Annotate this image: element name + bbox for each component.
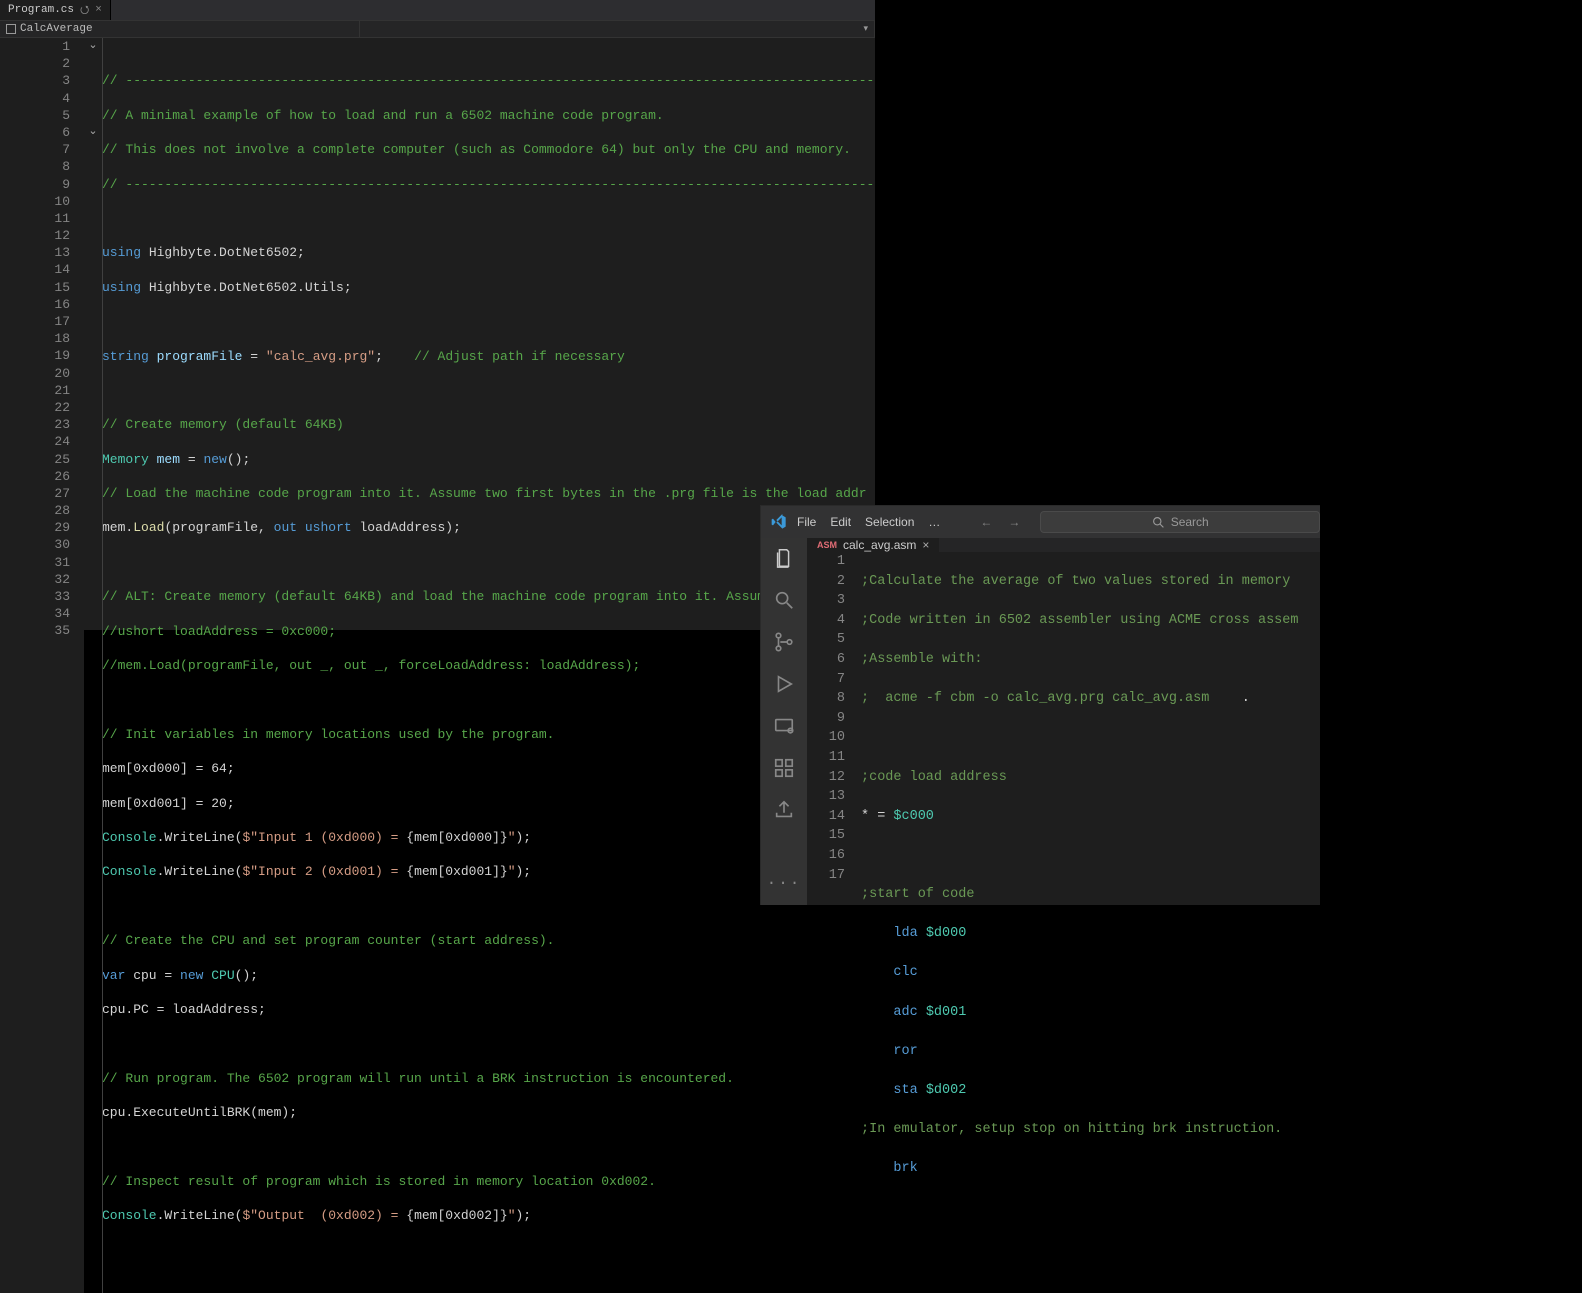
asm-badge-icon: ASM — [817, 540, 837, 550]
menu-more[interactable]: … — [928, 515, 940, 529]
chevron-down-icon: ▾ — [863, 24, 868, 34]
member-dropdown[interactable]: ▾ — [360, 21, 875, 37]
extensions-icon[interactable] — [772, 756, 796, 780]
vscode-menu-bar: File Edit Selection … — [797, 515, 940, 529]
vscode-logo-icon — [771, 514, 787, 530]
pin-icon[interactable]: ⭯ — [80, 1, 89, 20]
tab-title: Program.cs — [8, 4, 74, 16]
run-debug-icon[interactable] — [772, 672, 796, 696]
fold-column: ⌄⌄ — [84, 38, 102, 1293]
activity-bar: ··· — [761, 538, 807, 905]
vscode-tab-bar: ASM calc_avg.asm × — [807, 538, 1320, 552]
source-control-icon[interactable] — [772, 630, 796, 654]
namespace-label: CalcAverage — [20, 23, 93, 35]
nav-back-icon[interactable]: ← — [980, 515, 992, 529]
vs-tab-bar: Program.cs ⭯ × — [0, 0, 875, 20]
close-icon[interactable]: × — [922, 538, 929, 552]
share-icon[interactable] — [772, 798, 796, 822]
tab-title: calc_avg.asm — [843, 538, 916, 552]
nav-forward-icon[interactable]: → — [1008, 515, 1020, 529]
visual-studio-window: Program.cs ⭯ × CalcAverage ▾ 12345678910… — [0, 0, 875, 630]
close-icon[interactable]: × — [95, 4, 102, 16]
vs-code-editor[interactable]: 1234567891011121314151617181920212223242… — [0, 38, 875, 1293]
command-center-search[interactable]: Search — [1040, 511, 1320, 533]
tab-calc-avg-asm[interactable]: ASM calc_avg.asm × — [807, 538, 940, 552]
more-icon[interactable]: ··· — [772, 871, 796, 895]
menu-selection[interactable]: Selection — [865, 515, 914, 529]
vscode-window: File Edit Selection … ← → Search ··· — [760, 505, 1320, 905]
line-number-gutter: 1234567891011121314151617 — [807, 552, 861, 1257]
remote-icon[interactable] — [772, 714, 796, 738]
menu-edit[interactable]: Edit — [830, 515, 851, 529]
explorer-icon[interactable] — [772, 546, 796, 570]
vscode-title-bar: File Edit Selection … ← → Search — [761, 506, 1320, 538]
code-content[interactable]: ;Calculate the average of two values sto… — [861, 552, 1320, 1257]
search-placeholder: Search — [1171, 515, 1209, 529]
line-number-gutter: 1234567891011121314151617181920212223242… — [0, 38, 84, 1293]
nav-arrows: ← → — [980, 515, 1020, 529]
menu-file[interactable]: File — [797, 515, 816, 529]
namespace-icon — [6, 24, 16, 34]
vs-navigation-bar: CalcAverage ▾ — [0, 20, 875, 38]
vscode-code-editor[interactable]: 1234567891011121314151617 ;Calculate the… — [807, 552, 1320, 1257]
namespace-dropdown[interactable]: CalcAverage — [0, 21, 360, 37]
search-icon — [1152, 516, 1165, 529]
search-icon[interactable] — [772, 588, 796, 612]
tab-program-cs[interactable]: Program.cs ⭯ × — [0, 0, 111, 20]
